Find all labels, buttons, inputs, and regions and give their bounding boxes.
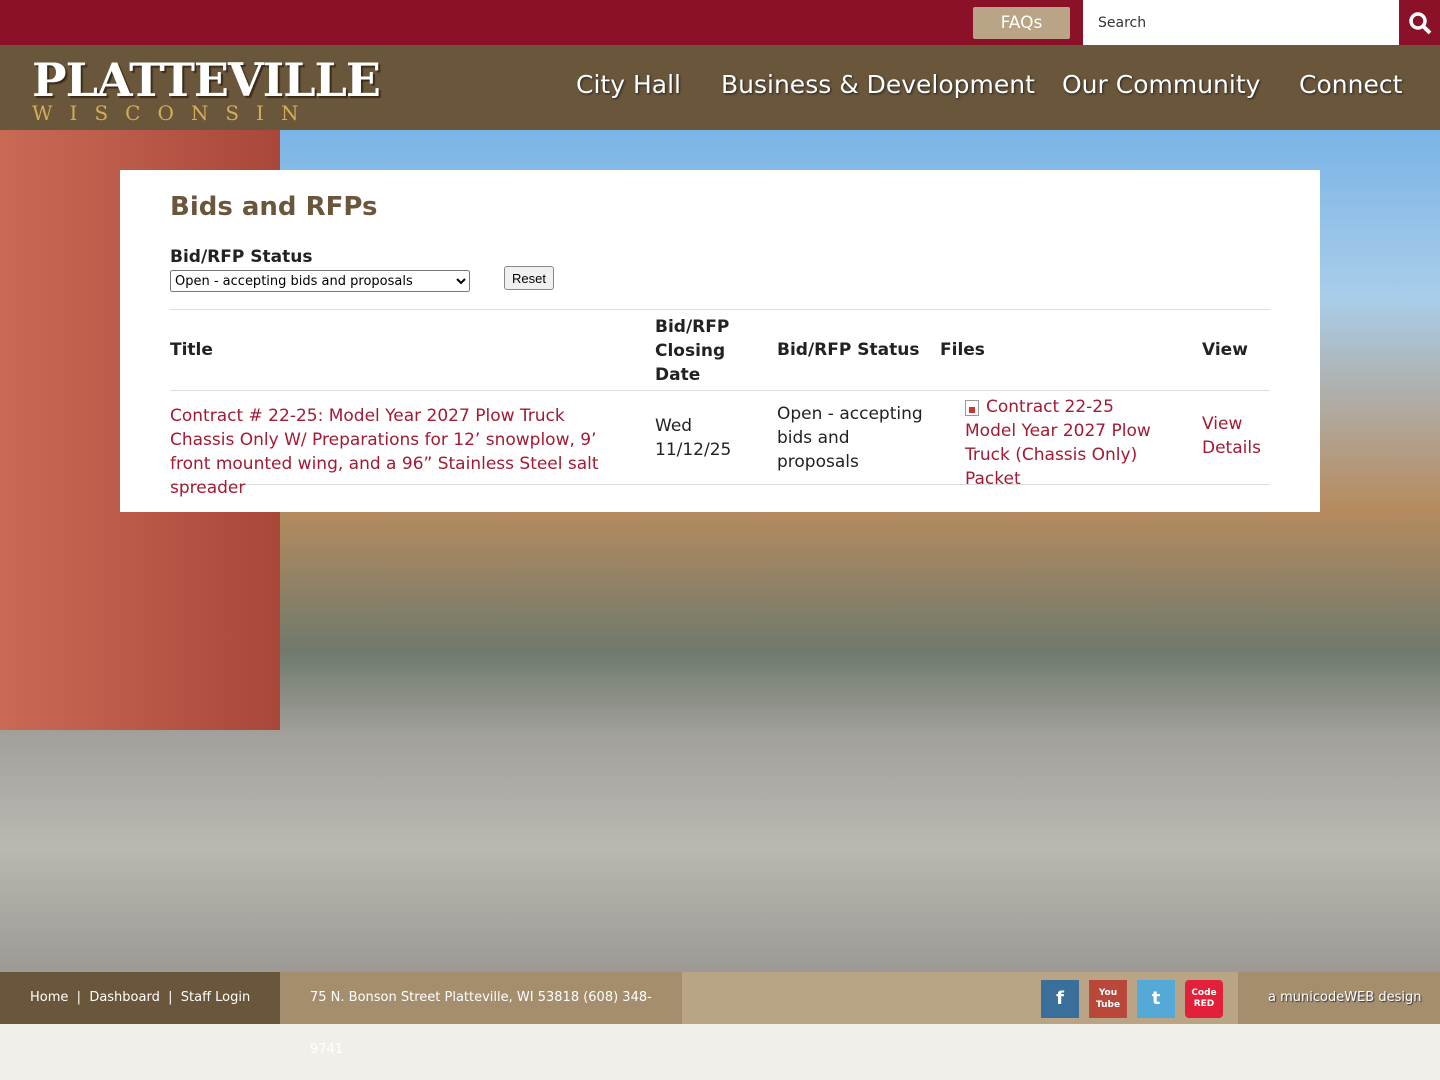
youtube-icon[interactable]: You Tube bbox=[1089, 980, 1127, 1018]
bids-table: Title Bid/RFP Closing Date Bid/RFP Statu… bbox=[170, 309, 1270, 498]
header-title: Title bbox=[170, 340, 213, 360]
status-filter-select[interactable]: Open - accepting bids and proposals bbox=[170, 270, 470, 292]
footer-links: Home | Dashboard | Staff Login bbox=[0, 972, 280, 1024]
file-link[interactable]: Contract 22-25 Model Year 2027 Plow Truc… bbox=[965, 395, 1170, 491]
header-closing-date: Bid/RFP Closing Date bbox=[655, 317, 730, 385]
table-header-row: Title Bid/RFP Closing Date Bid/RFP Statu… bbox=[170, 310, 1270, 391]
footer: Home | Dashboard | Staff Login 75 N. Bon… bbox=[0, 972, 1440, 1057]
content-panel: Bids and RFPs Bid/RFP Status Open - acce… bbox=[120, 170, 1320, 512]
closing-date: Wed 11/12/25 bbox=[655, 416, 732, 460]
codered-icon[interactable]: Code RED bbox=[1185, 980, 1223, 1018]
footer-address: 75 N. Bonson Street Platteville, WI 5381… bbox=[280, 972, 682, 1057]
logo-name[interactable]: PLATTEVILLE bbox=[32, 53, 381, 107]
search-input[interactable] bbox=[1083, 0, 1399, 45]
footer-credit[interactable]: a municodeWEB design bbox=[1238, 972, 1440, 1024]
facebook-icon[interactable]: f bbox=[1041, 980, 1079, 1018]
faqs-button[interactable]: FAQs bbox=[973, 7, 1070, 39]
status-filter-label: Bid/RFP Status bbox=[170, 247, 313, 267]
twitter-icon[interactable]: t bbox=[1137, 980, 1175, 1018]
page-title: Bids and RFPs bbox=[170, 192, 378, 222]
nav-city-hall[interactable]: City Hall bbox=[576, 70, 681, 99]
header-view: View bbox=[1202, 340, 1248, 360]
reset-button[interactable]: Reset bbox=[504, 266, 554, 290]
view-details-link[interactable]: View Details bbox=[1202, 412, 1262, 460]
header-files: Files bbox=[940, 340, 985, 360]
footer-home-link[interactable]: Home bbox=[30, 990, 68, 1005]
logo-state: WISCONSIN bbox=[32, 101, 316, 125]
search-button[interactable] bbox=[1399, 0, 1440, 45]
search-icon bbox=[1408, 11, 1431, 34]
footer-staff-login-link[interactable]: Staff Login bbox=[181, 990, 250, 1005]
header: PLATTEVILLE WISCONSIN City Hall Business… bbox=[0, 45, 1440, 130]
bid-status: Open - accepting bids and proposals bbox=[777, 404, 923, 472]
bid-title-link[interactable]: Contract # 22-25: Model Year 2027 Plow T… bbox=[170, 404, 630, 500]
nav-connect[interactable]: Connect bbox=[1299, 70, 1402, 99]
nav-business-development[interactable]: Business & Development bbox=[721, 70, 1035, 99]
top-bar: FAQs bbox=[0, 0, 1440, 45]
footer-dashboard-link[interactable]: Dashboard bbox=[89, 990, 160, 1005]
nav-our-community[interactable]: Our Community bbox=[1062, 70, 1260, 99]
table-row: Contract # 22-25: Model Year 2027 Plow T… bbox=[170, 391, 1270, 498]
header-status: Bid/RFP Status bbox=[777, 340, 920, 360]
